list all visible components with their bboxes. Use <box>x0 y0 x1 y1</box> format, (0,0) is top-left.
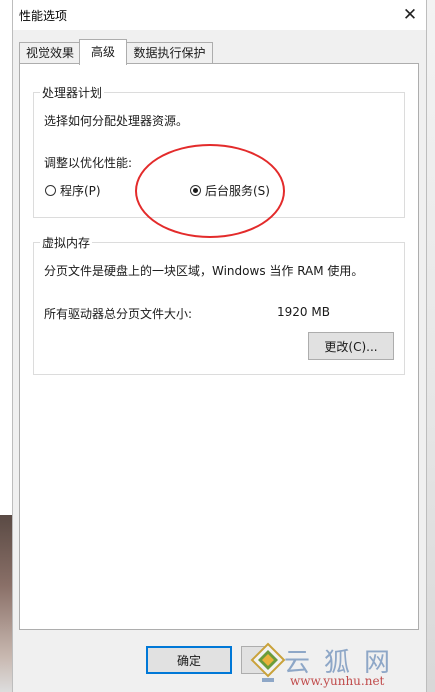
radio-circle <box>45 185 56 196</box>
tab-label: 视觉效果 <box>25 46 74 60</box>
title-bar: 性能选项 ✕ <box>13 0 426 30</box>
processor-description: 选择如何分配处理器资源。 <box>44 114 189 128</box>
tab-label: 数据执行保护 <box>133 46 206 60</box>
background-photo-strip <box>0 515 12 692</box>
virtual-memory-legend: 虚拟内存 <box>40 234 93 251</box>
tab-visual-effects[interactable]: 视觉效果 <box>19 42 81 64</box>
paging-file-description: 分页文件是硬盘上的一块区域，Windows 当作 RAM 使用。 <box>44 264 364 278</box>
window-title: 性能选项 <box>19 9 68 23</box>
change-button[interactable]: 更改(C)... <box>308 332 394 360</box>
background-window-strip <box>427 0 435 692</box>
processor-scheduling-legend: 处理器计划 <box>40 84 105 101</box>
close-button[interactable]: ✕ <box>394 0 426 30</box>
ok-button[interactable]: 确定 <box>146 646 232 674</box>
adjust-performance-label: 调整以优化性能: <box>44 156 133 170</box>
radio-background-services[interactable]: 后台服务(S) <box>190 182 270 199</box>
change-button-label: 更改(C)... <box>324 339 378 354</box>
cancel-button-partial[interactable] <box>241 646 271 674</box>
radio-circle-selected <box>190 185 201 196</box>
ok-button-label: 确定 <box>176 653 201 668</box>
total-paging-size-value: 1920 MB <box>277 305 330 319</box>
performance-options-dialog: 性能选项 ✕ 视觉效果 高级 数据执行保护 处理器计划 选择如何分配处理器资源。… <box>12 0 427 692</box>
radio-background-services-label: 后台服务(S) <box>205 184 270 198</box>
radio-programs-label: 程序(P) <box>60 184 101 198</box>
close-icon: ✕ <box>402 5 418 25</box>
tab-advanced[interactable]: 高级 <box>79 39 127 65</box>
virtual-memory-group: 虚拟内存 分页文件是硬盘上的一块区域，Windows 当作 RAM 使用。 所有… <box>33 234 405 375</box>
total-paging-size-label: 所有驱动器总分页文件大小: <box>44 307 193 321</box>
tab-label: 高级 <box>90 45 115 59</box>
radio-dot <box>193 188 198 193</box>
processor-scheduling-group: 处理器计划 选择如何分配处理器资源。 调整以优化性能: 程序(P) 后台服务(S… <box>33 84 405 218</box>
advanced-tab-panel: 处理器计划 选择如何分配处理器资源。 调整以优化性能: 程序(P) 后台服务(S… <box>19 63 419 630</box>
radio-programs[interactable]: 程序(P) <box>45 182 101 199</box>
tab-data-execution-prevention[interactable]: 数据执行保护 <box>126 42 213 64</box>
